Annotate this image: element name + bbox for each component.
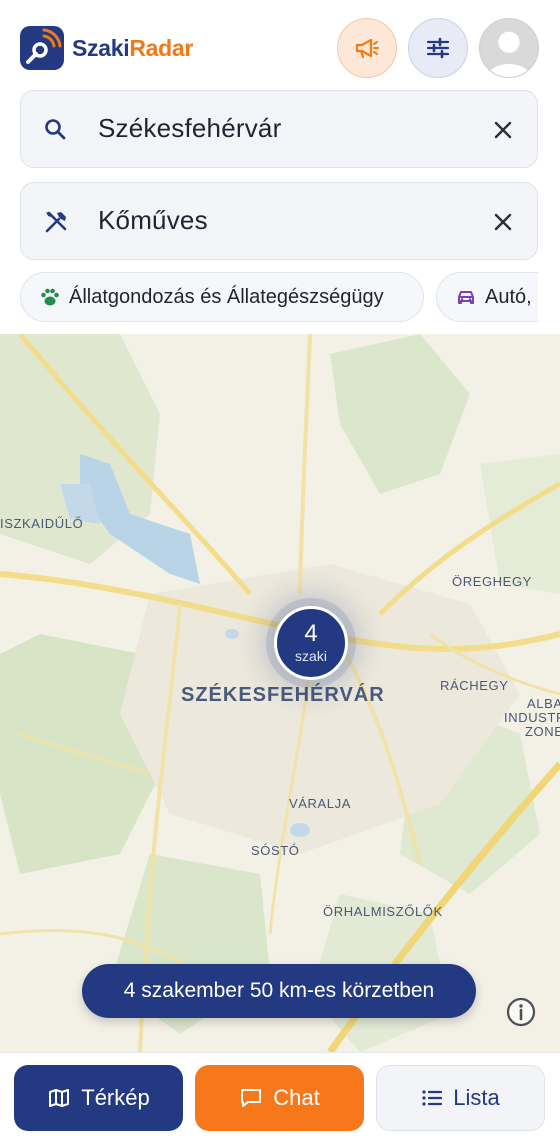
user-avatar-button[interactable] <box>479 18 539 78</box>
cluster-unit: szaki <box>295 648 327 664</box>
user-avatar-icon <box>487 31 531 77</box>
close-icon[interactable] <box>491 118 515 142</box>
specialist-cluster-marker[interactable]: 4 szaki <box>274 606 348 680</box>
map-place-label: VÁRALJA <box>289 796 352 811</box>
list-view-label: Lista <box>453 1085 500 1110</box>
top-bar: SzakiRadar <box>0 0 560 92</box>
paw-icon <box>41 288 59 306</box>
megaphone-icon <box>355 38 379 59</box>
info-icon[interactable] <box>505 996 537 1028</box>
sliders-icon <box>426 37 450 59</box>
map-view-button[interactable]: Térkép <box>14 1065 183 1131</box>
map-place-label: ISZKAIDŰLŐ <box>0 516 84 531</box>
chat-icon <box>241 1089 262 1107</box>
trade-search-field[interactable]: Kőműves <box>20 182 538 260</box>
location-search-field[interactable]: Székesfehérvár <box>20 90 538 168</box>
category-chip-auto[interactable]: Autó, <box>436 272 538 322</box>
tools-icon <box>45 211 67 233</box>
map-place-label: ÖREGHEGY <box>452 574 532 589</box>
cluster-count: 4 <box>304 620 318 647</box>
category-chip-label: Állatgondozás és Állategészségügy <box>69 285 384 308</box>
brand-name: SzakiRadar <box>72 35 193 62</box>
category-chip-row: Állatgondozás és Állategészségügy Autó, <box>0 272 538 324</box>
chat-button[interactable]: Chat <box>195 1065 364 1131</box>
trade-value: Kőműves <box>98 205 208 235</box>
radius-summary-pill[interactable]: 4 szakember 50 km-es körzetben <box>82 964 476 1018</box>
filter-settings-button[interactable] <box>408 18 468 78</box>
brand-name-part2: Radar <box>129 34 194 61</box>
bottom-navigation: Térkép Chat Lista <box>0 1052 560 1142</box>
map-place-label: RÁCHEGY <box>440 678 509 693</box>
map-city-label: SZÉKESFEHÉRVÁR <box>181 684 385 706</box>
list-view-button[interactable]: Lista <box>376 1065 545 1131</box>
map-place-label: SÓSTÓ <box>251 843 300 858</box>
brand-name-part1: Szaki <box>72 34 130 61</box>
app-logo[interactable]: SzakiRadar <box>20 26 193 70</box>
map-place-label: ZONE <box>525 724 560 739</box>
map-place-label: INDUSTR <box>504 710 560 725</box>
chat-label: Chat <box>273 1085 320 1110</box>
radar-logo-icon <box>20 26 64 70</box>
close-icon[interactable] <box>491 210 515 234</box>
list-icon <box>422 1090 443 1106</box>
map-view-label: Térkép <box>81 1085 150 1110</box>
location-value: Székesfehérvár <box>98 113 282 143</box>
category-chip-animal-care[interactable]: Állatgondozás és Állategészségügy <box>20 272 424 322</box>
map-place-label: ÖRHALMISZŐLŐK <box>323 904 443 919</box>
search-icon <box>45 119 66 140</box>
map-view[interactable]: ISZKAIDŰLŐ ÖREGHEGY RÁCHEGY ALBA INDUSTR… <box>0 334 560 1052</box>
map-place-label: ALBA <box>527 696 560 711</box>
map-icon <box>49 1089 70 1107</box>
app-screen: SzakiRadar Székesfehérvár Kőműves Állatg… <box>0 0 560 1142</box>
category-chip-label: Autó, <box>485 285 532 308</box>
promotions-button[interactable] <box>337 18 397 78</box>
car-icon <box>458 291 474 304</box>
